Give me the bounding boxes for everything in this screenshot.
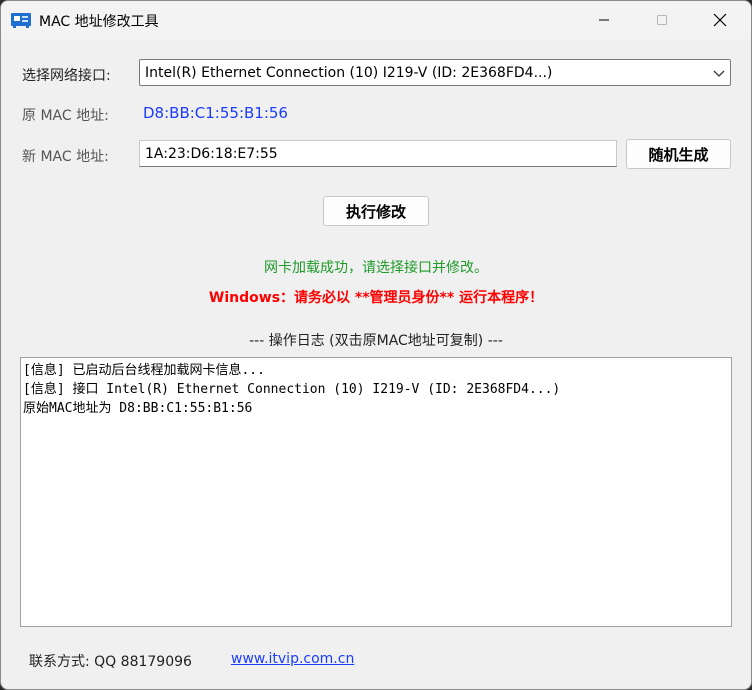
network-card-icon	[11, 13, 31, 28]
contact-info: 联系方式: QQ 88179096	[29, 654, 192, 670]
chevron-down-icon	[713, 70, 725, 77]
close-icon	[713, 13, 727, 27]
log-textarea[interactable]: [信息] 已启动后台线程加载网卡信息... [信息] 接口 Intel(R) E…	[20, 357, 732, 627]
app-window: MAC 地址修改工具 选择网络接口: Intel(R) Ethernet Con…	[0, 0, 752, 690]
orig-mac-value[interactable]: D8:BB:C1:55:B1:56	[143, 104, 288, 122]
interface-label: 选择网络接口:	[22, 68, 111, 84]
maximize-button[interactable]	[633, 1, 691, 39]
log-line: 原始MAC地址为 D8:BB:C1:55:B1:56	[23, 401, 253, 416]
minimize-icon	[599, 19, 609, 21]
log-line: [信息] 已启动后台线程加载网卡信息...	[23, 363, 265, 378]
execute-modify-button[interactable]: 执行修改	[323, 196, 429, 226]
new-mac-label: 新 MAC 地址:	[22, 149, 109, 165]
close-button[interactable]	[691, 1, 749, 39]
interface-select[interactable]: Intel(R) Ethernet Connection (10) I219-V…	[139, 59, 731, 86]
website-link[interactable]: www.itvip.com.cn	[231, 651, 354, 667]
new-mac-input[interactable]	[139, 140, 617, 167]
minimize-button[interactable]	[575, 1, 633, 39]
title-bar[interactable]: MAC 地址修改工具	[1, 1, 751, 39]
log-line: [信息] 接口 Intel(R) Ethernet Connection (10…	[23, 382, 561, 397]
window-title: MAC 地址修改工具	[39, 14, 159, 30]
interface-select-value: Intel(R) Ethernet Connection (10) I219-V…	[145, 65, 553, 81]
admin-warning-text: Windows：请务必以 **管理员身份** 运行本程序！	[208, 290, 544, 306]
orig-mac-label: 原 MAC 地址:	[22, 108, 109, 124]
random-generate-button[interactable]: 随机生成	[626, 139, 731, 169]
log-title: --- 操作日志 (双击原MAC地址可复制) ---	[249, 333, 503, 349]
maximize-icon	[657, 15, 667, 25]
status-success-text: 网卡加载成功，请选择接口并修改。	[264, 260, 488, 276]
